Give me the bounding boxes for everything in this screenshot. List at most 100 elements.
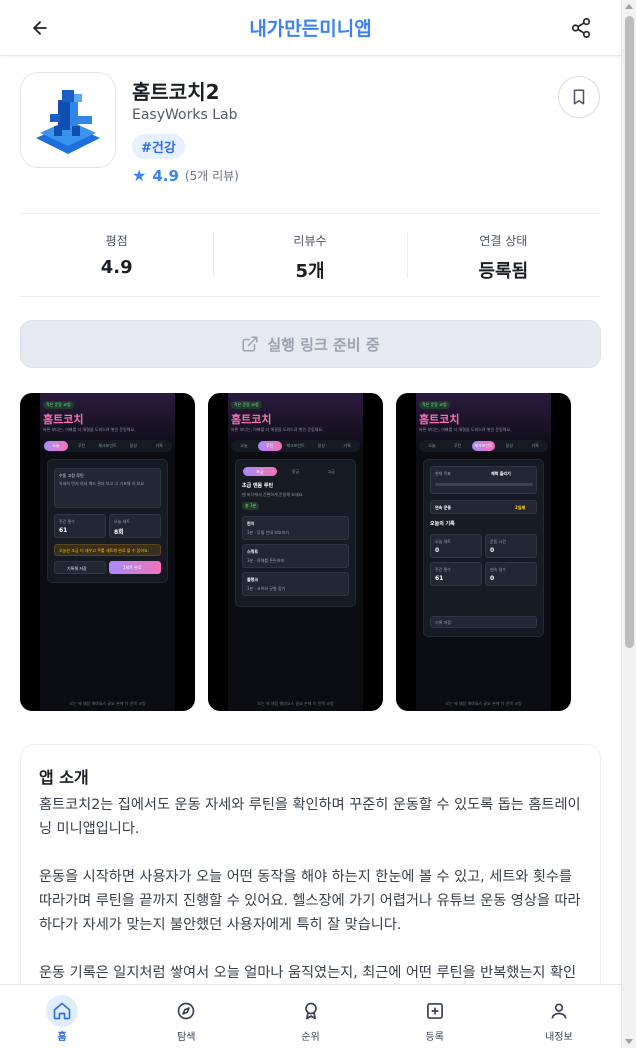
stat-label: 연결 상태 bbox=[479, 234, 528, 248]
app-logo-icon bbox=[36, 90, 100, 154]
mini-tab: 기록 bbox=[343, 443, 351, 448]
mini-tabs: 오늘 루틴 체크포인트 달성 기록 bbox=[43, 440, 172, 452]
bottom-navigation: 홈 탐색 순위 등록 내정보 bbox=[0, 984, 621, 1048]
mini-stat-value: 0 bbox=[490, 575, 495, 582]
mini-routine-desc: 맨 바닥에서 간편하게 운동해 보세요. bbox=[242, 492, 304, 497]
mini-stat-box: 오늘 세트 8회 bbox=[109, 514, 161, 538]
mini-btn: 기록해 저장 bbox=[54, 561, 106, 574]
mini-stat-value: 8회 bbox=[114, 529, 124, 536]
mini-stat-box: 주간 횟수 61 bbox=[54, 514, 106, 538]
mini-card-desc: 자세히 먼저 하세 해드 관리 보고 고 기초해 어 보요 bbox=[59, 481, 145, 486]
nav-icon-wrap bbox=[170, 995, 202, 1027]
nav-label: 등록 bbox=[425, 1032, 444, 1043]
scroll-up-icon[interactable] bbox=[625, 4, 633, 9]
mini-tab: 오늘 bbox=[240, 443, 248, 448]
screenshot-3[interactable]: 작은 운동 코칭 홈트코치 바른 보다는, 아빠를 더 해결을 도와드려 쌓인 … bbox=[396, 393, 571, 711]
mini-progress bbox=[435, 483, 533, 486]
mini-stat-box: 오늘 세트 0 bbox=[430, 534, 482, 558]
nav-label: 홈 bbox=[57, 1032, 67, 1043]
divider bbox=[20, 213, 600, 214]
nav-label: 탐색 bbox=[177, 1032, 196, 1043]
rating-score: 4.9 bbox=[152, 166, 179, 185]
mini-exercise-sub: 1분 · 코어와 균형 잡기 bbox=[247, 586, 286, 591]
page-scrollbar[interactable] bbox=[621, 0, 636, 1048]
mini-streak: 연속 운동 2일째 bbox=[430, 500, 537, 514]
bookmark-button[interactable] bbox=[558, 76, 600, 118]
screenshot-1[interactable]: 작은 운동 코칭 홈트코치 바른 보다는, 아빠를 더 해결을 도와드려 쌓인 … bbox=[20, 393, 195, 711]
mini-stat-label: 오늘 세트 bbox=[435, 539, 451, 544]
mini-tab: 달성 bbox=[129, 443, 137, 448]
mini-tab: 달성 bbox=[505, 443, 513, 448]
mini-bottom-bar: 기록 저장 bbox=[430, 616, 537, 628]
header-title: 내가만든미니앱 bbox=[249, 18, 372, 40]
mini-notice: 오늘은 조금 더 세우고 주를 세트해 완료 할 수 있어요. bbox=[54, 544, 161, 556]
mini-footer: 오는 에 채팅 해야요스 끝요 손에 이 인덱 코칭 bbox=[257, 701, 334, 706]
screenshot-2[interactable]: 작은 운동 코칭 홈트코치 바른 보다는, 아빠를 더 해결을 도와드려 쌓인 … bbox=[208, 393, 383, 711]
screenshot-screen: 작은 운동 코칭 홈트코치 바른 보다는, 아빠를 더 해결을 도와드려 쌓인 … bbox=[416, 393, 551, 711]
mini-exercise-name: 스쿼트 bbox=[247, 549, 259, 554]
mini-exercise: 플랭크 1분 · 코어와 균형 잡기 bbox=[242, 572, 349, 596]
review-count: (5개 리뷰) bbox=[184, 169, 239, 183]
mini-card: 현재 목표 체력 올리기 연속 운동 2일째 오늘의 기록 오늘 세트 0 운동… bbox=[423, 459, 544, 637]
app-info: 홈트코치2 EasyWorks Lab #건강 ★ 4.9 (5개 리뷰) bbox=[20, 72, 600, 192]
mini-stat-box: 주간 횟수 61 bbox=[430, 562, 482, 586]
home-icon bbox=[53, 1002, 71, 1020]
mini-title: 홈트코치 bbox=[419, 413, 460, 426]
mini-desc: 바른 보다는, 아빠를 더 해결을 도와드려 쌓인 운동해요. bbox=[419, 427, 512, 432]
mini-tab: 기록 bbox=[531, 443, 539, 448]
app-developer: EasyWorks Lab bbox=[132, 107, 238, 123]
mini-seg: 고급 bbox=[327, 468, 335, 474]
intro-heading: 앱 소개 bbox=[39, 768, 89, 787]
nav-home[interactable]: 홈 bbox=[0, 985, 124, 1048]
category-tag[interactable]: #건강 bbox=[132, 134, 185, 159]
stat-rating: 평점 4.9 bbox=[20, 228, 213, 288]
mini-notice-text: 오늘은 조금 더 세우고 주를 세트해 완료 할 수 있어요. bbox=[59, 548, 149, 553]
mini-btn: 1세트 완료 bbox=[109, 561, 161, 574]
mini-section-title: 오늘의 기록 bbox=[430, 521, 455, 527]
mini-tab: 오늘 bbox=[428, 443, 436, 448]
share-icon bbox=[571, 18, 591, 38]
mini-stat-value: 61 bbox=[435, 575, 444, 582]
plus-square-icon bbox=[426, 1003, 443, 1019]
stat-connection: 연결 상태 등록됨 bbox=[406, 228, 600, 288]
divider bbox=[20, 296, 600, 297]
run-link-button[interactable]: 실행 링크 준비 중 bbox=[20, 320, 601, 368]
app-icon bbox=[20, 72, 116, 168]
mini-stat-box: 연속 일수 0 bbox=[485, 562, 537, 586]
stat-label: 리뷰수 bbox=[293, 234, 327, 248]
mini-streak-label: 연속 운동 bbox=[435, 505, 452, 510]
nav-explore[interactable]: 탐색 bbox=[124, 985, 248, 1048]
mini-stat-value: 0 bbox=[490, 547, 495, 554]
nav-icon-wrap bbox=[419, 995, 451, 1027]
nav-profile[interactable]: 내정보 bbox=[497, 985, 621, 1048]
mini-tab: 루틴 bbox=[78, 443, 86, 448]
scrollbar-thumb[interactable] bbox=[625, 16, 634, 648]
mini-title: 홈트코치 bbox=[43, 413, 84, 426]
mini-tab: 체크포인트 bbox=[98, 443, 117, 448]
mini-title: 홈트코치 bbox=[231, 413, 272, 426]
mini-footer: 오는 에 채팅 해야요스 끝요 손에 이 인덱 코칭 bbox=[69, 701, 146, 706]
scroll-down-icon[interactable] bbox=[625, 1039, 633, 1044]
screenshot-screen: 작은 운동 코칭 홈트코치 바른 보다는, 아빠를 더 해결을 도와드려 쌓인 … bbox=[40, 393, 175, 711]
screenshot-gallery: 작은 운동 코칭 홈트코치 바른 보다는, 아빠를 더 해결을 도와드려 쌓인 … bbox=[20, 393, 601, 711]
star-icon: ★ bbox=[132, 166, 147, 185]
share-button[interactable] bbox=[567, 14, 595, 42]
top-header: 내가만든미니앱 bbox=[0, 0, 621, 56]
nav-register[interactable]: 등록 bbox=[373, 985, 497, 1048]
nav-label: 순위 bbox=[301, 1032, 320, 1043]
mini-exercise: 스쿼트 3분 · 하체를 튼튼하게 bbox=[242, 544, 349, 568]
rating-row: ★ 4.9 (5개 리뷰) bbox=[132, 166, 239, 185]
screenshot-screen: 작은 운동 코칭 홈트코치 바른 보다는, 아빠를 더 해결을 도와드려 쌓인 … bbox=[228, 393, 363, 711]
nav-icon-wrap bbox=[46, 995, 79, 1027]
nav-ranking[interactable]: 순위 bbox=[248, 985, 372, 1048]
mini-seg: 초급 bbox=[243, 467, 277, 476]
app-detail-page: 내가만든미니앱 홈트코치2 EasyWorks Lab #건강 ★ 4.9 (5… bbox=[0, 0, 621, 1048]
mini-btn-label: 1세트 완료 bbox=[123, 565, 142, 570]
mini-stat-label: 주간 횟수 bbox=[435, 567, 451, 572]
stat-label: 평점 bbox=[105, 234, 128, 248]
mini-stat-label: 주간 횟수 bbox=[59, 519, 75, 524]
mini-goal: 현재 목표 체력 올리기 bbox=[430, 466, 537, 494]
mini-tab: 루틴 bbox=[454, 443, 462, 448]
app-name: 홈트코치2 bbox=[132, 80, 220, 104]
mini-tab: 달성 bbox=[317, 443, 325, 448]
